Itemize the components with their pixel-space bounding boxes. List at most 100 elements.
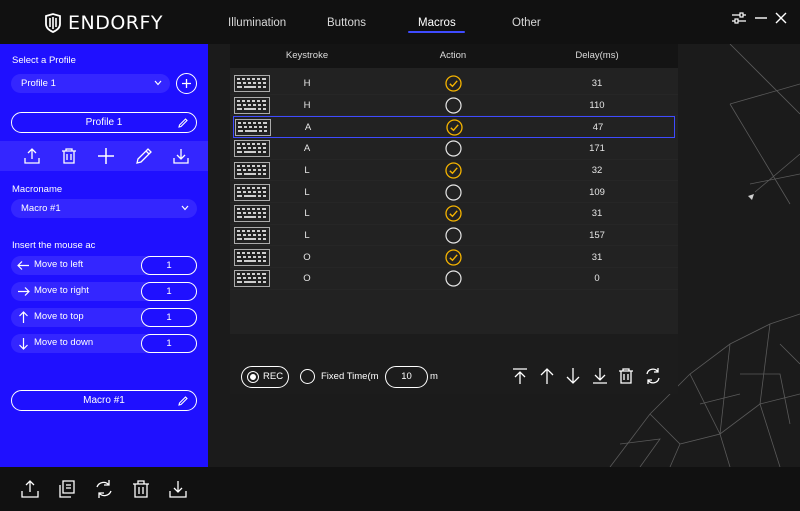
empty-circle-icon[interactable] [445,227,462,244]
keyboard-key-icon [234,96,270,114]
checkmark-circle-icon[interactable] [445,248,462,266]
mouse-action-value-input[interactable]: 1 [141,256,197,275]
profile-name-field[interactable]: Profile 1 [11,112,197,133]
settings-sliders-icon[interactable] [731,10,747,26]
table-row[interactable]: A 47 [233,116,675,138]
keyboard-key-icon [234,248,270,266]
macro-table: Keystroke Action Delay(ms) H 31 H 110 A 47 A 17… [230,44,678,394]
mouse-action-label: Move to right [34,285,89,296]
keystroke-cell: A [304,122,312,134]
mouse-action-value-input[interactable]: 1 [141,282,197,301]
empty-circle-icon[interactable] [445,140,462,157]
delay-cell[interactable]: 171 [589,143,605,154]
refresh-icon[interactable] [644,367,662,385]
download-icon[interactable] [168,479,188,499]
checkmark-circle-icon[interactable] [445,205,462,222]
checkmark-circle-icon[interactable] [445,162,462,179]
plus-icon [182,79,191,88]
delay-cell[interactable]: 0 [594,273,599,284]
mouse-action-move-right[interactable]: Move to right 1 [11,282,197,301]
delay-cell[interactable]: 31 [592,208,603,219]
macro-name-field[interactable]: Macro #1 [11,390,197,411]
copy-icon[interactable] [57,479,77,499]
empty-circle-icon[interactable] [445,270,462,287]
mouse-action-label: Move to left [34,259,84,270]
header-keystroke: Keystroke [285,50,329,61]
add-profile-button[interactable] [176,73,197,94]
reset-icon[interactable] [94,479,114,499]
pencil-icon[interactable] [177,117,189,129]
checkmark-circle-icon[interactable] [445,75,462,92]
macro-name-value: Macro #1 [83,395,125,406]
app-header: ENDORFY Illumination Buttons Macros Othe… [0,0,800,44]
tab-macros[interactable]: Macros [418,17,456,29]
tab-other[interactable]: Other [512,17,541,29]
profile-name-value: Profile 1 [85,117,123,128]
move-down-icon[interactable] [564,367,582,385]
sidebar: Select a Profile Profile 1 Profile 1 Mac… [0,44,208,467]
macro-dropdown[interactable]: Macro #1 [11,199,197,218]
chevron-down-icon [154,80,162,86]
mouse-action-move-left[interactable]: Move to left 1 [11,256,197,275]
move-to-top-icon[interactable] [511,367,529,385]
trash-icon[interactable] [131,479,151,499]
delay-cell[interactable]: 109 [589,187,605,198]
import-icon[interactable] [172,147,190,165]
table-row[interactable]: O0 [230,268,678,290]
mouse-action-value-input[interactable]: 1 [141,308,197,327]
close-icon[interactable] [773,10,789,26]
fixed-time-input[interactable]: 10 [385,366,428,388]
keystroke-cell: H [303,99,311,111]
chevron-down-icon [181,205,189,211]
export-icon[interactable] [20,479,40,499]
mouse-action-move-top[interactable]: Move to top 1 [11,308,197,327]
keyboard-key-icon [234,205,270,223]
tab-buttons[interactable]: Buttons [327,17,366,29]
empty-circle-icon[interactable] [445,183,462,201]
mouse-action-value-input[interactable]: 1 [141,334,197,353]
pencil-icon[interactable] [177,395,189,407]
add-icon[interactable] [97,147,115,165]
fixed-time-unit: m [430,371,438,382]
keystroke-cell: O [303,273,311,285]
record-controls: REC Fixed Time(m 10 m [230,358,678,394]
delay-cell[interactable]: 32 [592,165,603,176]
keystroke-cell: L [304,186,310,198]
trash-icon[interactable] [60,147,78,165]
edit-icon[interactable] [135,147,153,165]
table-row[interactable]: L 109 [230,182,678,203]
delay-cell[interactable]: 31 [592,78,603,89]
fixed-time-radio[interactable] [300,369,315,384]
table-row[interactable]: H 31 [230,73,678,95]
mouse-action-move-down[interactable]: Move to down 1 [11,334,197,353]
empty-circle-icon[interactable] [445,97,462,114]
table-row[interactable]: L 31 [230,203,678,225]
export-icon[interactable] [23,147,41,165]
keyboard-key-icon [234,75,270,92]
keystroke-cell: A [303,143,311,155]
move-up-icon[interactable] [538,367,556,385]
minimize-icon[interactable] [753,10,769,26]
keyboard-key-icon [234,270,270,288]
move-to-bottom-icon[interactable] [591,367,609,385]
table-row[interactable]: A 171 [230,138,678,160]
main-nav: Illumination Buttons Macros Other [0,17,800,37]
keyboard-key-icon [234,161,270,179]
table-row[interactable]: L 157 [230,225,678,247]
tab-illumination[interactable]: Illumination [228,17,286,29]
table-row[interactable]: L 32 [230,160,678,182]
table-row[interactable]: O 31 [230,247,678,269]
table-row[interactable]: H 110 [230,95,678,117]
rec-button[interactable]: REC [241,366,289,388]
profile-dropdown[interactable]: Profile 1 [11,74,170,93]
delay-cell[interactable]: 31 [592,252,603,263]
header-delay: Delay(ms) [575,50,619,61]
delay-cell[interactable]: 110 [589,100,604,111]
delay-cell[interactable]: 47 [593,122,604,133]
checkmark-circle-icon[interactable] [446,119,463,137]
delete-row-icon[interactable] [617,367,635,385]
keyboard-key-icon [234,140,270,157]
keystroke-cell: L [304,229,310,241]
keyboard-key-icon [235,119,271,137]
delay-cell[interactable]: 157 [589,230,605,241]
